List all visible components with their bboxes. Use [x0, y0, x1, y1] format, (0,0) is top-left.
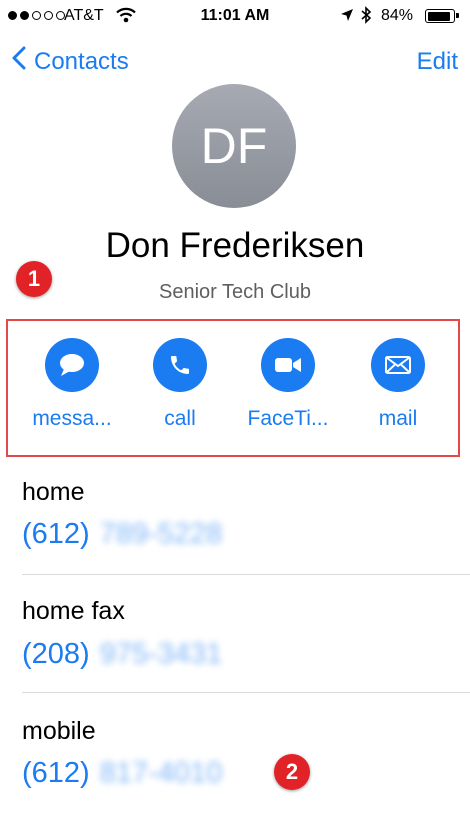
- area-code: (612): [22, 757, 90, 789]
- phone-link-home[interactable]: (612) 789-5228: [22, 518, 222, 551]
- chevron-left-icon: [12, 46, 26, 77]
- back-button[interactable]: Contacts: [12, 46, 129, 77]
- facetime-action-label: FaceTi...: [247, 407, 329, 430]
- contact-company: Senior Tech Club: [159, 281, 311, 303]
- phone-link-home-fax[interactable]: (208) 975-3431: [22, 638, 222, 671]
- battery-icon: [425, 9, 459, 23]
- call-action[interactable]: call: [126, 338, 234, 431]
- separator: [22, 574, 470, 575]
- mail-action[interactable]: mail: [344, 338, 452, 431]
- back-button-label: Contacts: [34, 47, 129, 75]
- blurred-number: 789-5228: [99, 518, 223, 550]
- message-bubble-icon: [45, 338, 99, 392]
- field-label-home: home: [22, 478, 85, 506]
- bluetooth-icon: [360, 6, 372, 29]
- separator: [22, 692, 470, 693]
- message-action[interactable]: messa...: [18, 338, 126, 431]
- field-label-mobile: mobile: [22, 717, 96, 745]
- envelope-icon: [371, 338, 425, 392]
- blurred-number: 817-4010: [99, 757, 223, 789]
- battery-percentage: 84%: [381, 7, 414, 24]
- avatar: DF: [172, 84, 296, 208]
- annotation-badge-1: 1: [16, 261, 52, 297]
- area-code: (612): [22, 518, 90, 550]
- phone-icon: [153, 338, 207, 392]
- message-action-label: messa...: [32, 407, 112, 430]
- blurred-number: 975-3431: [99, 638, 223, 670]
- video-camera-icon: [261, 338, 315, 392]
- area-code: (208): [22, 638, 90, 670]
- status-bar: AT&T 11:01 AM 84%: [0, 0, 470, 34]
- call-action-label: call: [164, 407, 196, 430]
- mail-action-label: mail: [378, 407, 418, 430]
- location-arrow-icon: [340, 8, 354, 27]
- field-label-home-fax: home fax: [22, 597, 125, 625]
- facetime-action[interactable]: FaceTi...: [234, 338, 342, 431]
- phone-link-mobile[interactable]: (612) 817-4010: [22, 757, 222, 790]
- contact-name: Don Frederiksen: [105, 226, 365, 265]
- annotation-badge-2: 2: [274, 754, 310, 790]
- edit-button[interactable]: Edit: [417, 48, 458, 76]
